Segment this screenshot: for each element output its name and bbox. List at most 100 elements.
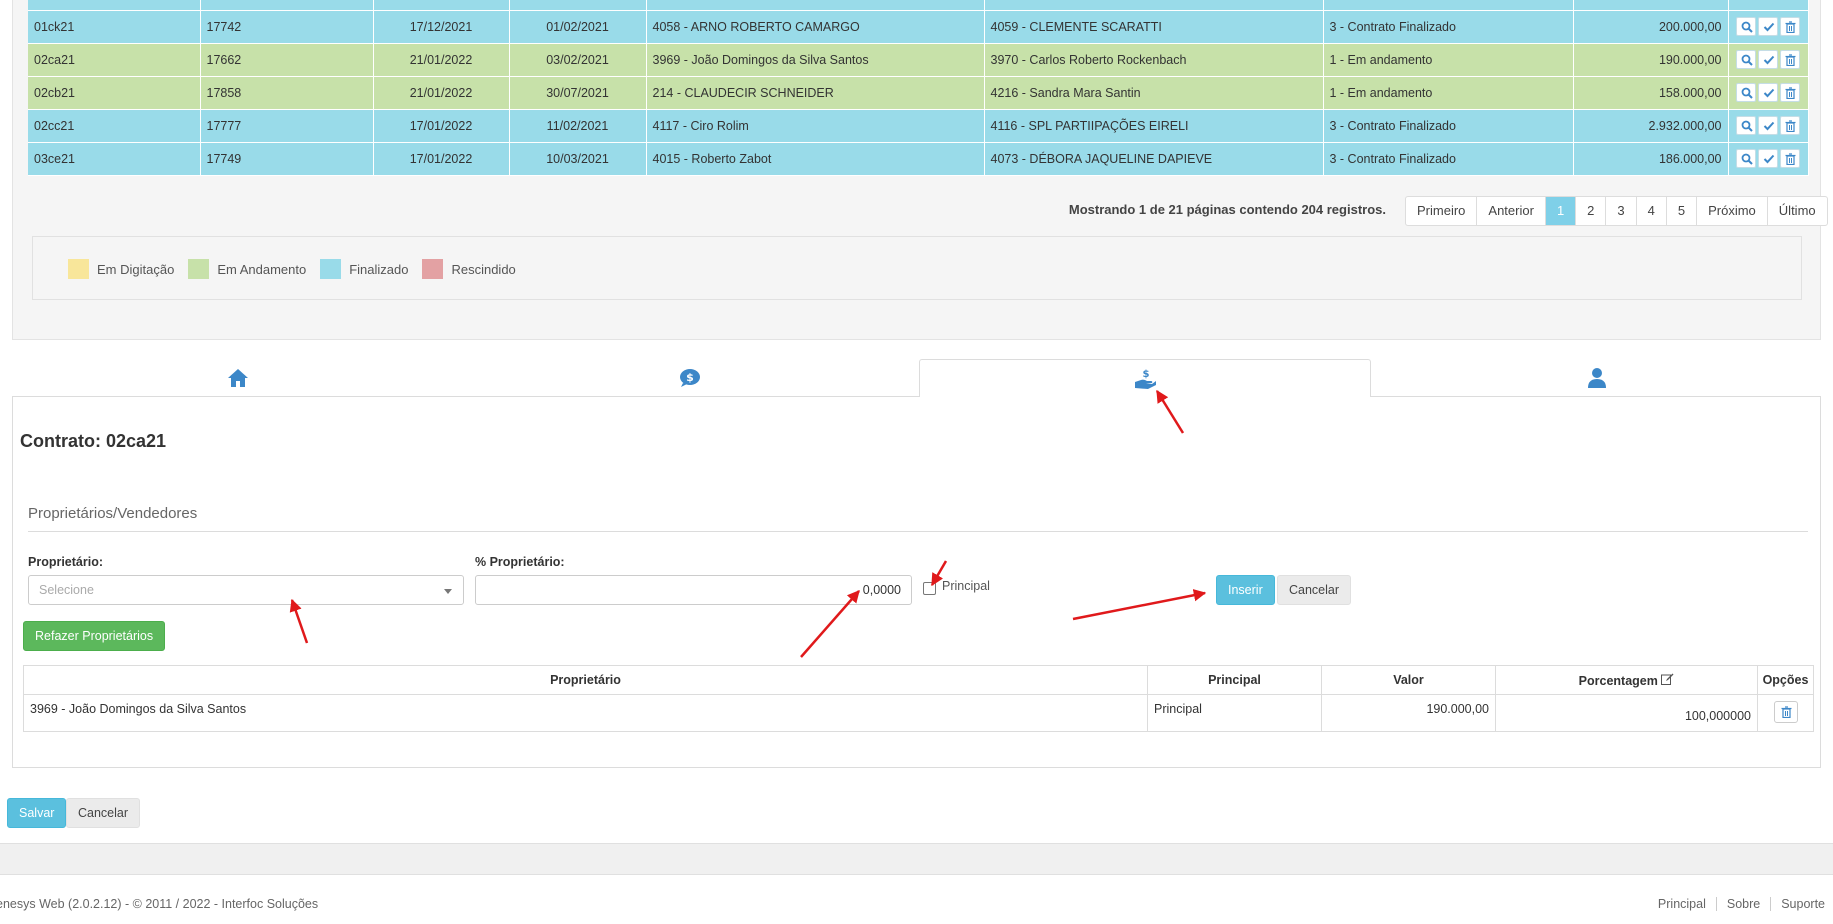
view-button[interactable] [1736, 116, 1756, 135]
footer-copyright: enesys Web (2.0.2.12) - © 2011 / 2022 - … [0, 897, 319, 911]
delete-button[interactable] [1780, 83, 1800, 102]
approve-button[interactable] [1758, 83, 1778, 102]
col-header-percent: Porcentagem [1495, 665, 1758, 695]
cell-code: 03ce21 [28, 142, 201, 176]
legend-label: Em Digitação [97, 261, 175, 277]
table-row[interactable]: 02cc21 17777 17/01/2022 11/02/2021 4117 … [28, 109, 1809, 143]
pager-page-2[interactable]: 2 [1576, 197, 1607, 225]
section-title: Proprietários/Vendedores [28, 505, 198, 522]
cell-options [1757, 694, 1814, 732]
footer-links: Principal Sobre Suporte [1648, 897, 1833, 911]
cell-number: 17749 [200, 142, 374, 176]
delete-button[interactable] [1780, 116, 1800, 135]
footer-link-sobre[interactable]: Sobre [1715, 897, 1770, 911]
trash-icon [1785, 87, 1796, 99]
principal-checkbox[interactable] [923, 582, 936, 595]
row-actions [1728, 43, 1809, 77]
row-actions [1728, 10, 1809, 44]
cell-status: 1 - Em andamento [1323, 76, 1574, 110]
pager-page-4[interactable]: 4 [1637, 197, 1667, 225]
cell-owner: 4058 - ARNO ROBERTO CAMARGO [646, 10, 985, 44]
pager-summary: Mostrando 1 de 21 páginas contendo 204 r… [1068, 202, 1386, 217]
pager-page-1[interactable]: 1 [1545, 197, 1577, 225]
table-row[interactable]: 02ca21 17662 21/01/2022 03/02/2021 3969 … [28, 43, 1809, 77]
col-header-owner: Proprietário [23, 665, 1148, 695]
view-button[interactable] [1736, 17, 1756, 36]
cell-date: 11/02/2021 [509, 109, 647, 143]
legend-swatch [68, 259, 89, 279]
pager-next[interactable]: Próximo [1697, 197, 1768, 225]
cancel-button[interactable]: Cancelar [66, 798, 141, 828]
cell-date: 01/02/2021 [509, 10, 647, 44]
view-button[interactable] [1736, 149, 1756, 168]
approve-button[interactable] [1758, 149, 1778, 168]
remove-owner-button[interactable] [1773, 701, 1798, 723]
cell-owner: 3969 - João Domingos da Silva Santos [23, 694, 1148, 732]
delete-button[interactable] [1780, 17, 1800, 36]
owner-label: Proprietário: [28, 555, 104, 569]
edit-icon[interactable] [1661, 673, 1674, 685]
cell-number: 17662 [200, 43, 374, 77]
cell-status: 3 - Contrato Finalizado [1323, 10, 1574, 44]
cell-value: 158.000,00 [1573, 76, 1729, 110]
owner-select-placeholder: Selecione [39, 583, 94, 597]
cell-buyer: 4059 - CLEMENTE SCARATTI [984, 10, 1324, 44]
cell-date: 30/07/2021 [509, 76, 647, 110]
table-row[interactable]: 03ce21 17749 17/01/2022 10/03/2021 4015 … [28, 142, 1809, 176]
legend-label: Finalizado [349, 261, 409, 277]
tab-finance[interactable]: $ [464, 359, 916, 397]
view-button[interactable] [1736, 50, 1756, 69]
col-header-value: Valor [1321, 665, 1496, 695]
tab-home[interactable] [12, 359, 464, 397]
pager-last[interactable]: Último [1768, 197, 1827, 225]
table-row[interactable]: 01ck21 17742 17/12/2021 01/02/2021 4058 … [28, 10, 1809, 44]
approve-button[interactable] [1758, 17, 1778, 36]
section-divider [28, 531, 1808, 532]
pct-label: % Proprietário: [475, 555, 565, 569]
pager-page-5[interactable]: 5 [1667, 197, 1698, 225]
pager-prev[interactable]: Anterior [1477, 197, 1546, 225]
svg-text:$: $ [1143, 369, 1150, 380]
delete-button[interactable] [1780, 50, 1800, 69]
cell-buyer: 3970 - Carlos Roberto Rockenbach [984, 43, 1324, 77]
cell-date: 03/02/2021 [509, 43, 647, 77]
redo-owners-button[interactable]: Refazer Proprietários [23, 621, 166, 651]
cell-value: 2.932.000,00 [1573, 109, 1729, 143]
money-chat-icon: $ [680, 369, 700, 387]
table-row[interactable] [28, 0, 1809, 11]
check-icon [1763, 154, 1775, 164]
cell-principal: Principal [1147, 694, 1322, 732]
cancel-insert-button[interactable]: Cancelar [1277, 575, 1352, 605]
pager-page-3[interactable]: 3 [1606, 197, 1637, 225]
tab-user[interactable] [1371, 359, 1823, 397]
footer-link-principal[interactable]: Principal [1648, 897, 1716, 911]
view-button[interactable] [1736, 83, 1756, 102]
cell-code: 02ca21 [28, 43, 201, 77]
footer-link-suporte[interactable]: Suporte [1770, 897, 1833, 911]
pct-input[interactable] [475, 575, 912, 605]
legend-swatch [188, 259, 210, 279]
user-icon [1588, 368, 1606, 388]
pager-first[interactable]: Primeiro [1406, 197, 1478, 225]
cell-status: 1 - Em andamento [1323, 43, 1574, 77]
approve-button[interactable] [1758, 116, 1778, 135]
principal-label: Principal [942, 579, 990, 593]
cell-number: 17742 [200, 10, 374, 44]
save-button[interactable]: Salvar [7, 798, 67, 828]
tab-owners[interactable]: $ [919, 359, 1371, 398]
trash-icon [1785, 120, 1796, 132]
cell-percent: 100,000000 [1495, 694, 1758, 732]
check-icon [1763, 88, 1775, 98]
approve-button[interactable] [1758, 50, 1778, 69]
delete-button[interactable] [1780, 149, 1800, 168]
table-row[interactable]: 02cb21 17858 21/01/2022 30/07/2021 214 -… [28, 76, 1809, 110]
cell-owner: 4015 - Roberto Zabot [646, 142, 985, 176]
col-header-options: Opções [1757, 665, 1814, 695]
insert-button[interactable]: Inserir [1216, 575, 1275, 605]
legend-label: Rescindido [451, 261, 516, 277]
search-icon [1741, 87, 1753, 99]
cell-code: 02cc21 [28, 109, 201, 143]
hand-money-icon: $ [1135, 369, 1156, 389]
contract-title: Contrato: 02ca21 [20, 431, 167, 451]
owner-select[interactable]: Selecione [28, 575, 464, 605]
